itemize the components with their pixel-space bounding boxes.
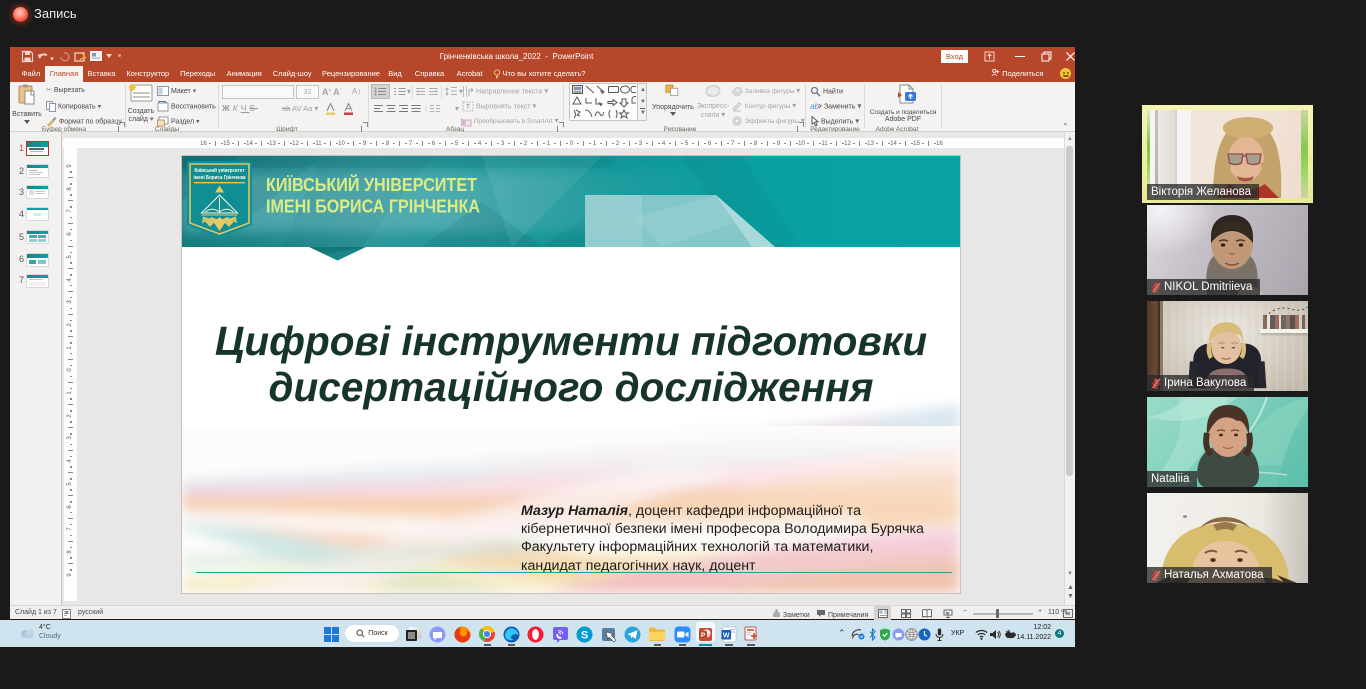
- svg-text:P: P: [700, 631, 705, 638]
- svg-text:ab: ab: [810, 102, 819, 111]
- svg-text:W: W: [722, 632, 729, 639]
- svg-text:S: S: [580, 629, 587, 641]
- svg-text:Київський університет: Київський університет: [195, 167, 245, 174]
- svg-text:КИЇВСЬКИЙ УНІВЕРСИТЕТ: КИЇВСЬКИЙ УНІВЕРСИТЕТ: [266, 174, 477, 195]
- svg-text:імені Бориса Грінченка: імені Бориса Грінченка: [194, 175, 247, 181]
- svg-text:ІМЕНІ БОРИСА ГРІНЧЕНКА: ІМЕНІ БОРИСА ГРІНЧЕНКА: [266, 197, 480, 217]
